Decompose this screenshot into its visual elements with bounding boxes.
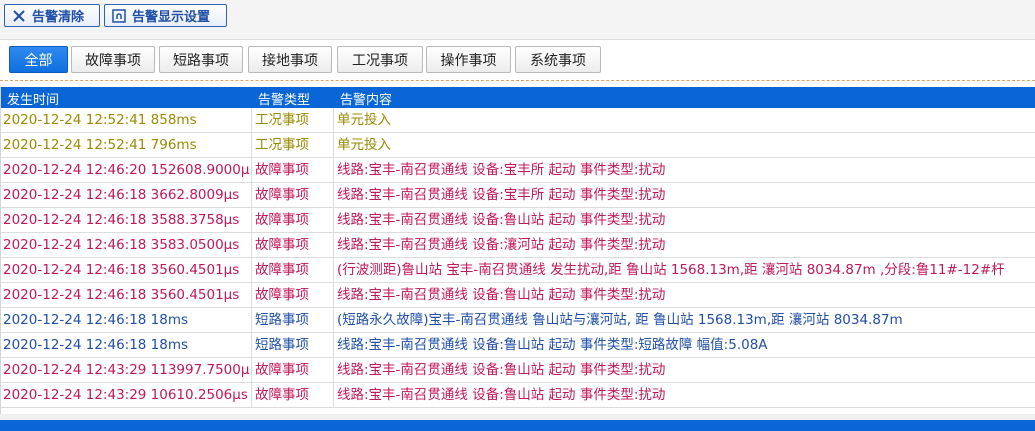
tab-all[interactable]: 全部 (9, 46, 68, 73)
row-time: 2020-12-24 12:46:18 3662.8009μs (3, 187, 240, 203)
row-content: 线路:宝丰-南召贯通线 设备:鲁山站 起动 事件类型:扰动 (333, 383, 1035, 407)
row-time: 2020-12-24 12:43:29 113997.7500μs (3, 362, 249, 378)
table-row[interactable]: 2020-12-24 12:43:29 10610.2506μs 故障事项 线路:宝… (1, 383, 1035, 408)
close-icon (11, 8, 27, 24)
column-header-type[interactable]: 告警类型 (258, 89, 310, 108)
row-type: 工况事项 (251, 108, 333, 132)
table-row[interactable]: 2020-12-24 12:46:18 3662.8009μs 故障事项 线路:宝丰… (1, 183, 1035, 208)
row-content: 线路:宝丰-南召贯通线 设备:鲁山站 起动 事件类型:短路故障 幅值:5.08A (333, 333, 1035, 357)
table-header: 发生时间 告警类型 告警内容 (1, 87, 1035, 108)
alarm-table: 发生时间 告警类型 告警内容 2020-12-24 12:52:41 858ms… (0, 87, 1035, 414)
table-row[interactable]: 2020-12-24 12:43:29 113997.7500μs 故障事项 线路:… (1, 358, 1035, 383)
settings-icon (111, 8, 127, 24)
table-row[interactable]: 2020-12-24 12:46:18 18ms 短路事项 线路:宝丰-南召贯通线 … (1, 333, 1035, 358)
row-content: 线路:宝丰-南召贯通线 设备:宝丰所 起动 事件类型:扰动 (333, 183, 1035, 207)
status-bar (0, 420, 1035, 431)
row-content: 线路:宝丰-南召贯通线 设备:鲁山站 起动 事件类型:扰动 (333, 358, 1035, 382)
toolbar: 告警清除 告警显示设置 (0, 0, 1035, 40)
table-row[interactable]: 2020-12-24 12:46:20 152608.9000μs 故障事项 线路:… (1, 158, 1035, 183)
tab-operation-events[interactable]: 操作事项 (426, 46, 511, 73)
table-row[interactable]: 2020-12-24 12:52:41 858ms 工况事项 单元投入 (1, 108, 1035, 133)
row-content: 线路:宝丰-南召贯通线 设备:鲁山站 起动 事件类型:扰动 (333, 208, 1035, 232)
row-time: 2020-12-24 12:46:18 3560.4501μs (3, 262, 240, 278)
row-time: 2020-12-24 12:46:18 3583.0500μs (3, 237, 240, 253)
row-type: 短路事项 (251, 333, 333, 357)
row-content: 单元投入 (333, 108, 1035, 132)
row-time: 2020-12-24 12:46:18 3560.4501μs (3, 287, 240, 303)
row-time: 2020-12-24 12:43:29 10610.2506μs (3, 387, 248, 403)
divider (0, 80, 1035, 81)
row-type: 故障事项 (251, 258, 333, 282)
row-type: 故障事项 (251, 208, 333, 232)
row-time: 2020-12-24 12:52:41 796ms (3, 137, 197, 153)
table-row[interactable]: 2020-12-24 12:52:41 796ms 工况事项 单元投入 (1, 133, 1035, 158)
tab-grounding-events[interactable]: 接地事项 (248, 46, 332, 73)
row-type: 故障事项 (251, 158, 333, 182)
table-body: 2020-12-24 12:52:41 858ms 工况事项 单元投入 2020-12… (1, 108, 1035, 408)
table-row[interactable]: 2020-12-24 12:46:18 3560.4501μs 故障事项 线路:宝丰… (1, 283, 1035, 308)
alarm-clear-label: 告警清除 (32, 10, 85, 25)
column-header-time[interactable]: 发生时间 (7, 89, 59, 108)
row-content: 线路:宝丰-南召贯通线 设备:瀼河站 起动 事件类型:扰动 (333, 233, 1035, 257)
tab-short-circuit-events[interactable]: 短路事项 (159, 46, 243, 73)
row-content: 线路:宝丰-南召贯通线 设备:宝丰所 起动 事件类型:扰动 (333, 158, 1035, 182)
table-row[interactable]: 2020-12-24 12:46:18 3560.4501μs 故障事项 (行波测距… (1, 258, 1035, 283)
alarm-display-settings-label: 告警显示设置 (132, 10, 211, 25)
row-content: (行波测距)鲁山站 宝丰-南召贯通线 发生扰动,距 鲁山站 1568.13m,距… (333, 258, 1035, 282)
table-row[interactable]: 2020-12-24 12:46:18 3583.0500μs 故障事项 线路:宝丰… (1, 233, 1035, 258)
row-type: 工况事项 (251, 133, 333, 157)
row-content: 线路:宝丰-南召贯通线 设备:鲁山站 起动 事件类型:扰动 (333, 283, 1035, 307)
table-row[interactable]: 2020-12-24 12:46:18 18ms 短路事项 (短路永久故障)宝丰-南… (1, 308, 1035, 333)
tab-fault-events[interactable]: 故障事项 (71, 46, 155, 73)
row-type: 故障事项 (251, 358, 333, 382)
tab-condition-events[interactable]: 工况事项 (337, 46, 423, 73)
table-row[interactable]: 2020-12-24 12:46:18 3588.3758μs 故障事项 线路:宝丰… (1, 208, 1035, 233)
row-time: 2020-12-24 12:46:18 18ms (3, 337, 189, 353)
row-type: 故障事项 (251, 383, 333, 407)
row-type: 故障事项 (251, 283, 333, 307)
column-header-content[interactable]: 告警内容 (340, 89, 392, 108)
row-type: 短路事项 (251, 308, 333, 332)
alarm-display-settings-button[interactable]: 告警显示设置 (104, 4, 227, 27)
row-time: 2020-12-24 12:46:18 18ms (3, 312, 189, 328)
row-type: 故障事项 (251, 233, 333, 257)
row-type: 故障事项 (251, 183, 333, 207)
row-time: 2020-12-24 12:46:20 152608.9000μs (3, 162, 249, 178)
category-tabs: 全部 故障事项 短路事项 接地事项 工况事项 操作事项 系统事项 (0, 40, 1035, 82)
row-time: 2020-12-24 12:46:18 3588.3758μs (3, 212, 240, 228)
row-content: (短路永久故障)宝丰-南召贯通线 鲁山站与瀼河站, 距 鲁山站 1568.13m… (333, 308, 1035, 332)
row-time: 2020-12-24 12:52:41 858ms (3, 112, 197, 128)
row-content: 单元投入 (333, 133, 1035, 157)
alarm-clear-button[interactable]: 告警清除 (4, 4, 100, 27)
tab-system-events[interactable]: 系统事项 (515, 46, 601, 73)
